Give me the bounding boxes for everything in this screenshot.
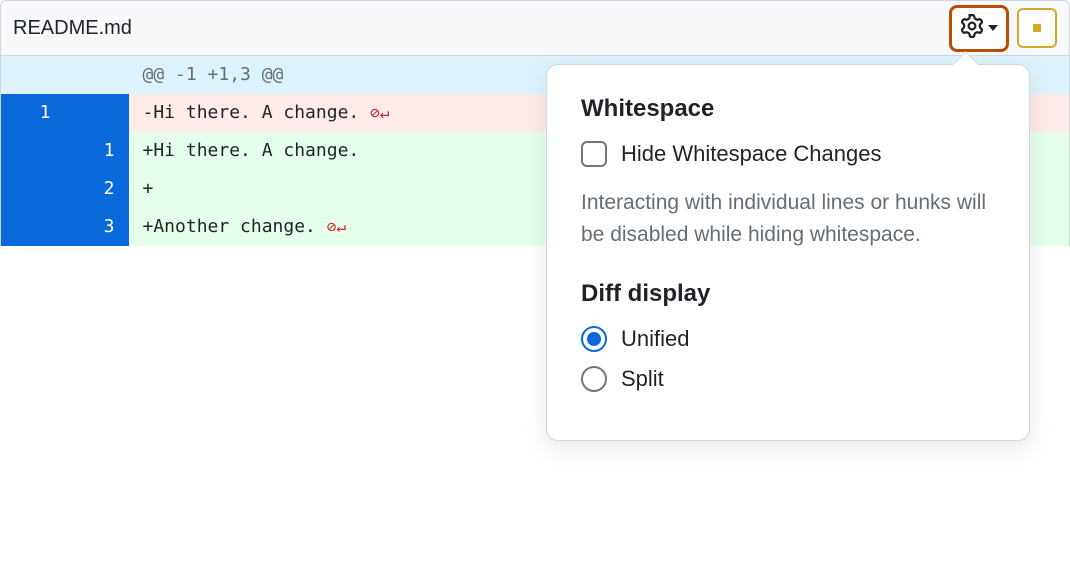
diff-display-heading: Diff display bbox=[581, 280, 995, 308]
diff-display-unified-option[interactable]: Unified bbox=[581, 326, 995, 352]
no-newline-icon: ⊘ bbox=[370, 103, 380, 122]
old-line-number bbox=[1, 208, 65, 246]
diff-settings-button[interactable] bbox=[949, 5, 1009, 52]
unified-label: Unified bbox=[621, 326, 689, 352]
file-header: README.md bbox=[0, 0, 1070, 56]
file-name: README.md bbox=[13, 17, 132, 40]
newline-icon: ↵ bbox=[380, 103, 390, 122]
radio-unchecked-icon[interactable] bbox=[581, 366, 607, 392]
hide-whitespace-label: Hide Whitespace Changes bbox=[621, 141, 881, 167]
new-line-number: 3 bbox=[65, 208, 129, 246]
old-line-number bbox=[1, 56, 65, 94]
whitespace-heading: Whitespace bbox=[581, 95, 995, 123]
new-line-number: 2 bbox=[65, 170, 129, 208]
old-line-number bbox=[1, 132, 65, 170]
new-line-number: 1 bbox=[65, 132, 129, 170]
old-line-number bbox=[1, 170, 65, 208]
newline-icon: ↵ bbox=[336, 217, 346, 236]
whitespace-note: Interacting with individual lines or hun… bbox=[581, 187, 995, 250]
new-line-number bbox=[65, 56, 129, 94]
checkbox-unchecked-icon[interactable] bbox=[581, 141, 607, 167]
old-line-number: 1 bbox=[1, 94, 65, 132]
radio-checked-icon[interactable] bbox=[581, 326, 607, 352]
header-actions bbox=[949, 5, 1057, 52]
square-action-button[interactable] bbox=[1017, 8, 1057, 48]
split-label: Split bbox=[621, 366, 664, 392]
gear-icon bbox=[960, 14, 984, 43]
caret-down-icon bbox=[988, 25, 998, 31]
diff-settings-dropdown: Whitespace Hide Whitespace Changes Inter… bbox=[546, 64, 1030, 441]
no-newline-icon: ⊘ bbox=[327, 217, 337, 236]
square-dot-icon bbox=[1033, 24, 1041, 32]
new-line-number bbox=[65, 94, 129, 132]
diff-display-split-option[interactable]: Split bbox=[581, 366, 995, 392]
hide-whitespace-option[interactable]: Hide Whitespace Changes bbox=[581, 141, 995, 167]
